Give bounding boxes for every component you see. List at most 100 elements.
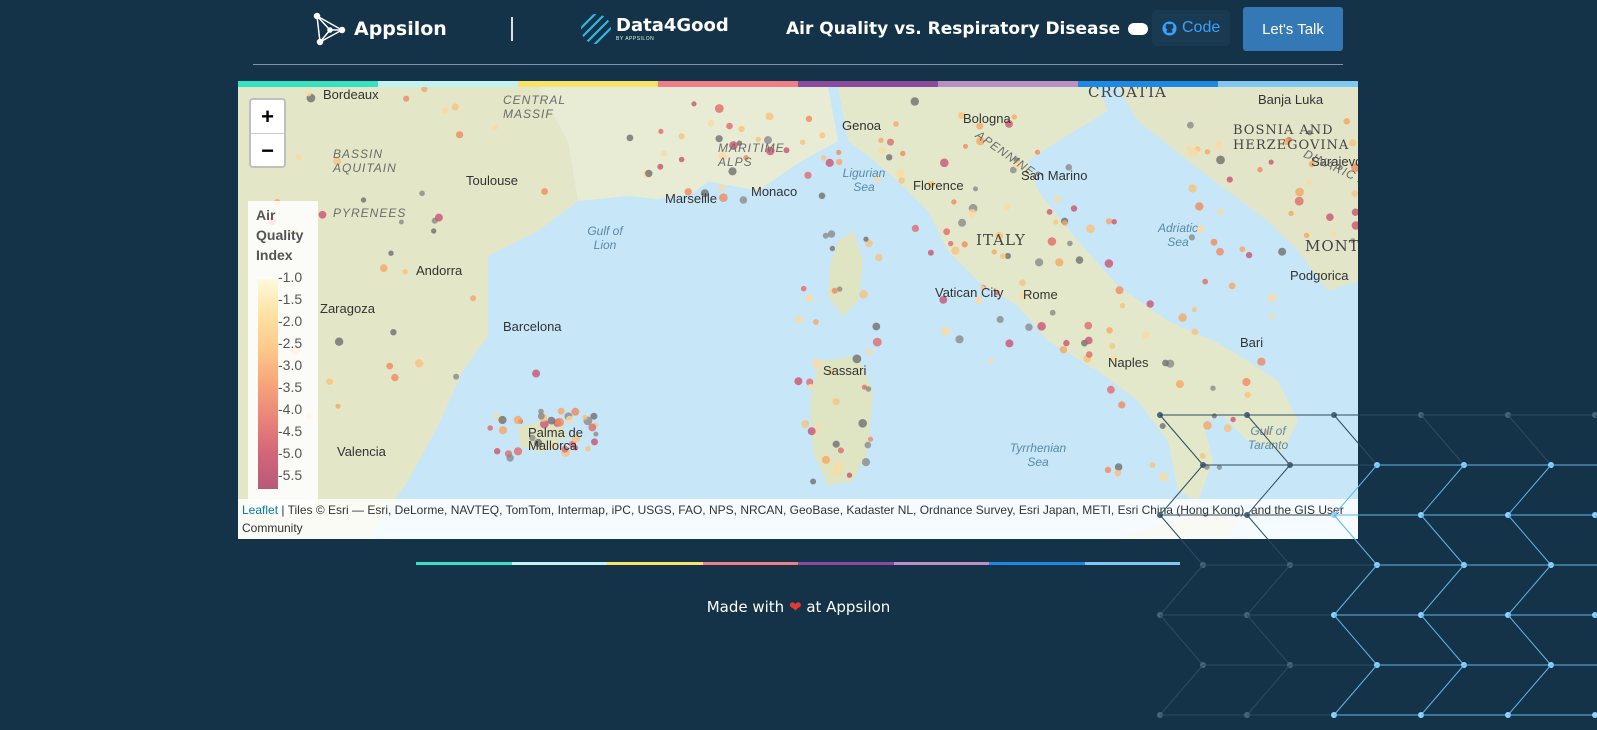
aqi-point[interactable] (1257, 167, 1263, 173)
aqi-point[interactable] (948, 240, 954, 247)
lets-talk-button[interactable]: Let's Talk (1243, 7, 1343, 51)
aqi-point[interactable] (996, 315, 1004, 324)
aqi-point[interactable] (658, 128, 664, 134)
aqi-point[interactable] (1084, 321, 1093, 330)
aqi-point[interactable] (318, 210, 327, 219)
aqi-point[interactable] (1005, 339, 1014, 348)
aqi-point[interactable] (1037, 322, 1046, 331)
aqi-point[interactable] (825, 158, 834, 167)
aqi-point[interactable] (943, 228, 951, 236)
aqi-point[interactable] (390, 329, 397, 336)
aqi-point[interactable] (1202, 278, 1209, 285)
aqi-point[interactable] (1019, 279, 1026, 286)
aqi-point[interactable] (1067, 240, 1073, 247)
aqi-point[interactable] (1059, 346, 1068, 354)
aqi-point[interactable] (1295, 187, 1304, 197)
aqi-point[interactable] (1046, 209, 1053, 215)
aqi-point[interactable] (837, 447, 844, 454)
aqi-point[interactable] (1049, 309, 1056, 316)
aqi-point[interactable] (991, 249, 997, 255)
aqi-point[interactable] (852, 354, 862, 364)
aqi-point[interactable] (1257, 357, 1266, 366)
aqi-point[interactable] (1195, 202, 1204, 211)
aqi-point[interactable] (295, 153, 303, 161)
aqi-point[interactable] (1146, 300, 1154, 308)
aqi-point[interactable] (951, 199, 957, 205)
code-button[interactable]: Code (1152, 10, 1231, 46)
aqi-point[interactable] (810, 478, 817, 485)
aqi-point[interactable] (836, 149, 842, 155)
aqi-point[interactable] (863, 236, 869, 242)
aqi-point[interactable] (900, 150, 906, 157)
aqi-point[interactable] (1118, 401, 1126, 409)
aqi-point[interactable] (968, 209, 977, 218)
aqi-point[interactable] (718, 184, 725, 191)
aqi-point[interactable] (566, 415, 574, 424)
aqi-point[interactable] (1216, 155, 1225, 165)
aqi-point[interactable] (1306, 179, 1313, 186)
aqi-point[interactable] (831, 287, 838, 294)
appsilon-logo[interactable]: Appsilon (312, 12, 447, 46)
aqi-point[interactable] (1191, 328, 1199, 336)
aqi-point[interactable] (513, 447, 523, 456)
aqi-point[interactable] (831, 468, 839, 477)
aqi-point[interactable] (1075, 256, 1084, 264)
aqi-point[interactable] (645, 169, 653, 178)
aqi-point[interactable] (494, 448, 501, 455)
aqi-point[interactable] (859, 289, 868, 299)
aqi-point[interactable] (818, 192, 826, 200)
aqi-point[interactable] (805, 294, 813, 303)
aqi-point[interactable] (1269, 313, 1276, 320)
aqi-point[interactable] (678, 156, 685, 163)
aqi-point[interactable] (421, 86, 428, 93)
aqi-point[interactable] (707, 120, 715, 127)
aqi-point[interactable] (419, 190, 425, 197)
aqi-point[interactable] (541, 188, 548, 195)
aqi-point[interactable] (958, 218, 967, 227)
aqi-point[interactable] (335, 403, 341, 409)
aqi-point[interactable] (513, 415, 523, 425)
aqi-point[interactable] (334, 337, 344, 346)
aqi-point[interactable] (492, 124, 498, 131)
aqi-point[interactable] (1294, 196, 1304, 206)
aqi-point[interactable] (878, 146, 886, 155)
aqi-point[interactable] (1111, 219, 1117, 225)
aqi-point[interactable] (1047, 237, 1057, 246)
aqi-point[interactable] (1070, 205, 1078, 212)
aqi-point[interactable] (386, 362, 394, 370)
aqi-point[interactable] (910, 97, 919, 106)
aqi-point[interactable] (1178, 313, 1187, 322)
aqi-point[interactable] (498, 426, 508, 435)
aqi-point[interactable] (988, 358, 994, 364)
aqi-point[interactable] (537, 412, 545, 420)
aqi-point[interactable] (1034, 149, 1041, 155)
aqi-point[interactable] (557, 407, 565, 415)
aqi-point[interactable] (1162, 359, 1169, 367)
aqi-point[interactable] (1331, 231, 1337, 237)
aqi-point[interactable] (1106, 327, 1113, 334)
aqi-point[interactable] (1226, 176, 1233, 183)
aqi-point[interactable] (532, 369, 541, 378)
aqi-point[interactable] (812, 358, 821, 368)
aqi-point[interactable] (815, 424, 821, 430)
aqi-point[interactable] (470, 295, 477, 302)
aqi-point[interactable] (800, 285, 807, 292)
aqi-point[interactable] (861, 458, 871, 467)
aqi-point[interactable] (1239, 246, 1246, 253)
aqi-point[interactable] (765, 112, 774, 121)
aqi-point[interactable] (380, 264, 388, 272)
aqi-point[interactable] (1104, 466, 1112, 474)
aqi-point[interactable] (678, 133, 685, 140)
aqi-point[interactable] (875, 253, 883, 262)
aqi-point[interactable] (660, 150, 668, 157)
aqi-point[interactable] (403, 95, 410, 102)
aqi-point[interactable] (434, 213, 443, 222)
aqi-point[interactable] (799, 139, 806, 145)
aqi-point[interactable] (1351, 190, 1358, 197)
aqi-point[interactable] (836, 158, 843, 166)
aqi-point[interactable] (1119, 303, 1126, 309)
aqi-point[interactable] (1114, 469, 1122, 477)
aqi-point[interactable] (326, 378, 333, 385)
aqi-point[interactable] (391, 373, 399, 382)
aqi-point[interactable] (837, 286, 843, 292)
